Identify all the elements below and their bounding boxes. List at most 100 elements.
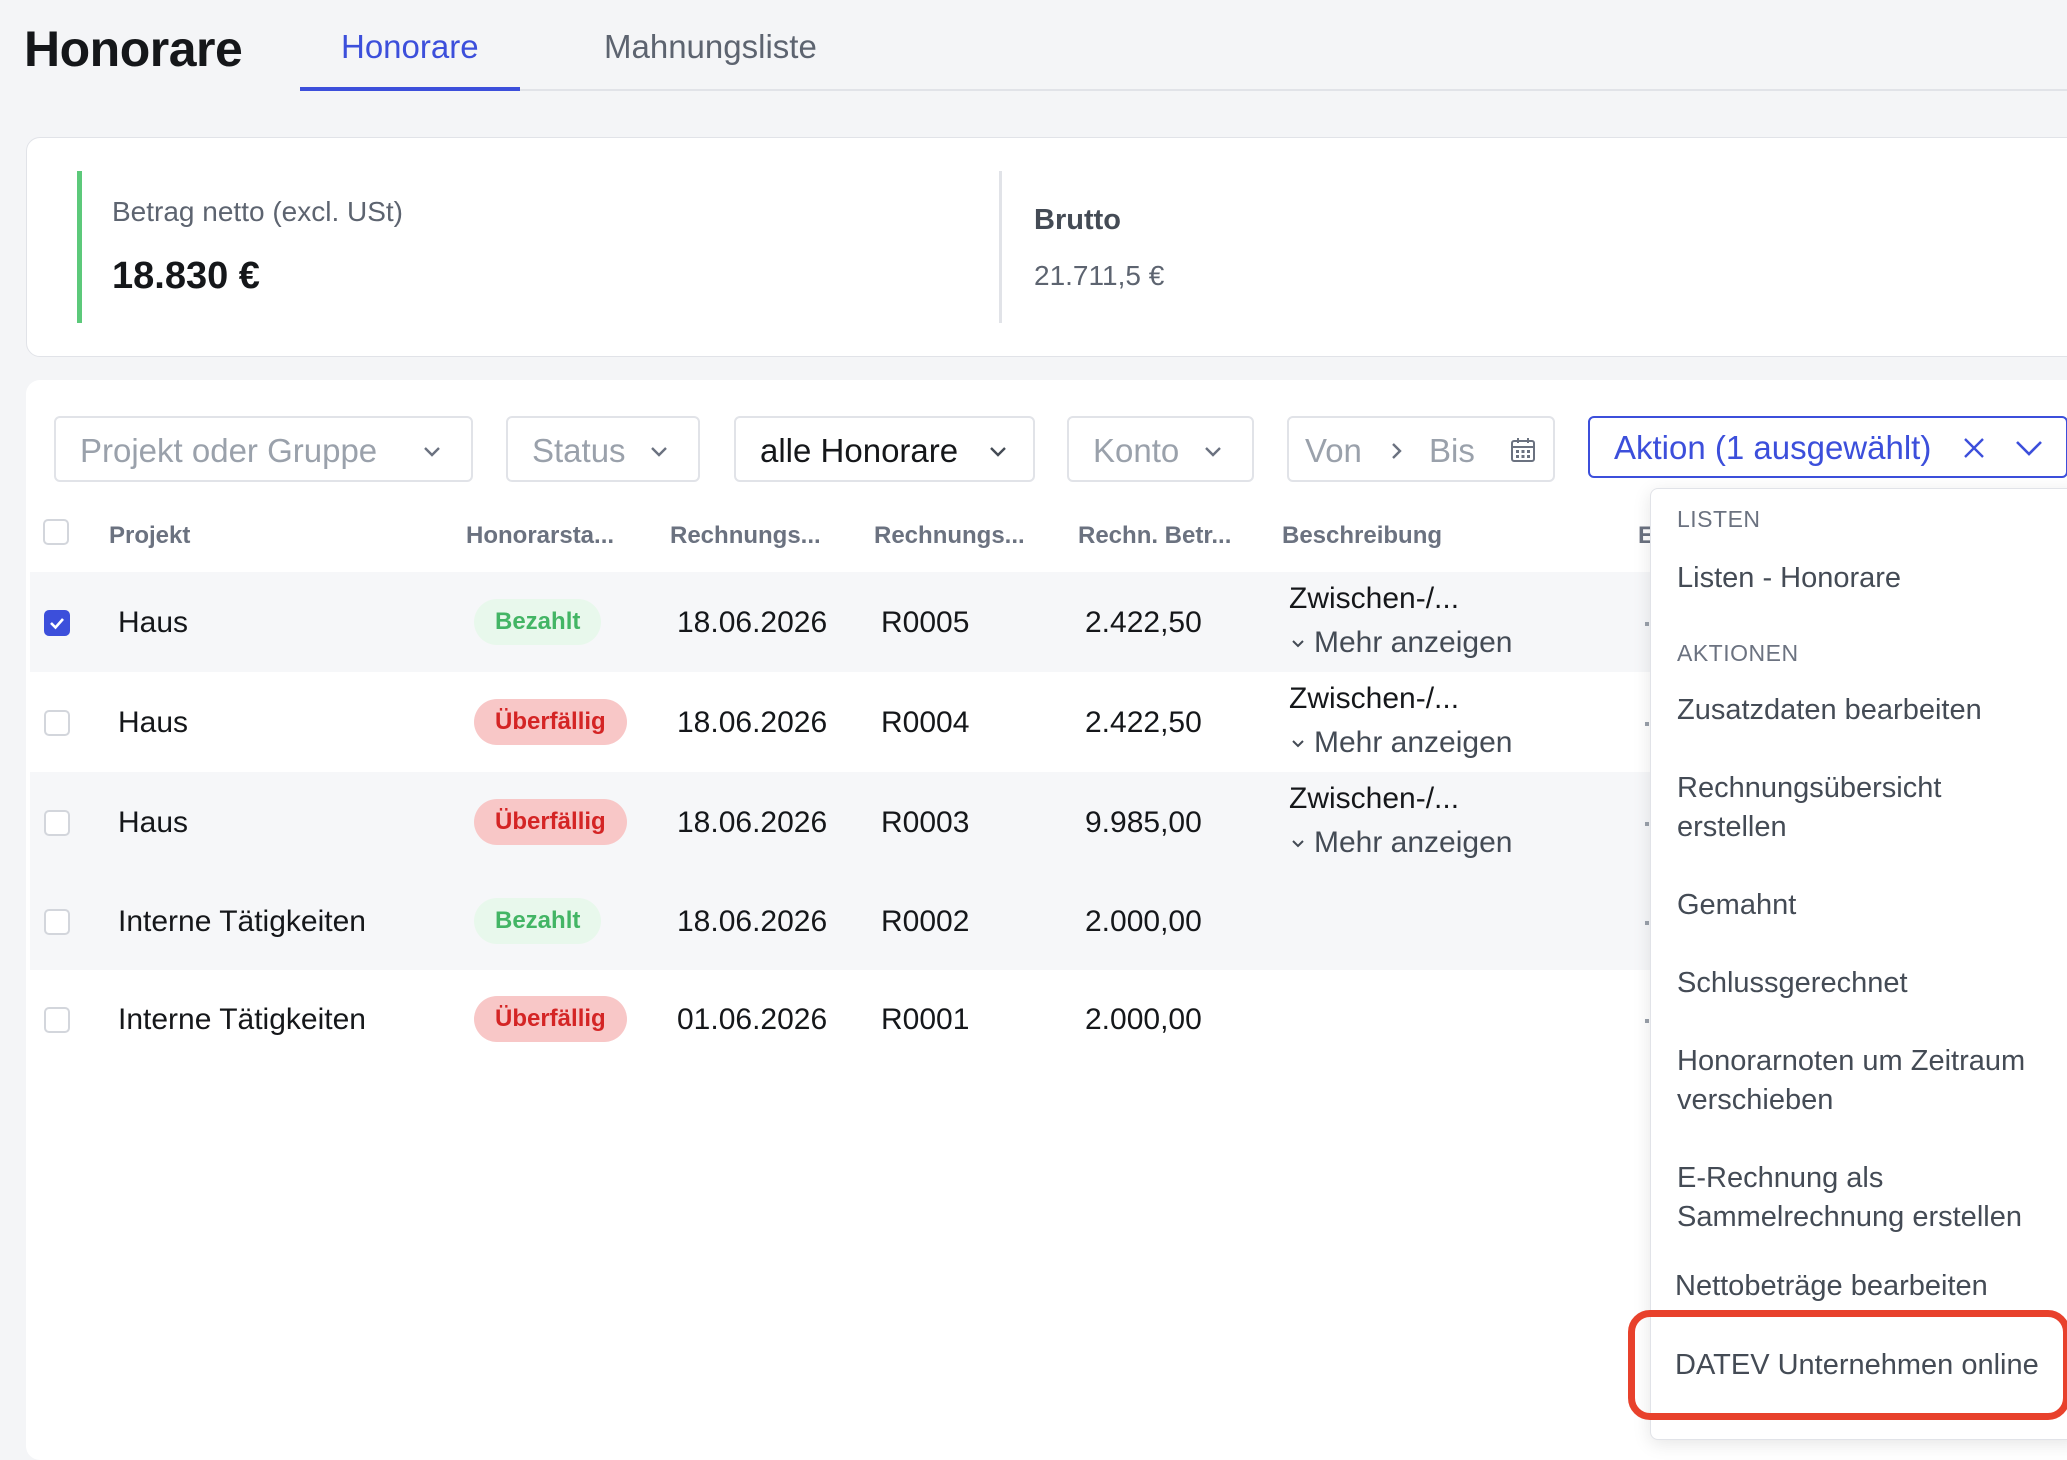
close-icon[interactable] (1962, 436, 1986, 460)
column-header-rechnungsnummer[interactable]: Rechnungs... (874, 522, 1025, 550)
status-badge: Überfällig (474, 996, 627, 1042)
show-more-link[interactable]: Mehr anzeigen (1290, 826, 1512, 860)
tab-bar: Honorare Mahnungsliste (300, 0, 2067, 91)
dropdown-section-listen: LISTEN (1677, 506, 1761, 532)
row-beschreibung: Zwischen-/... (1289, 582, 1460, 615)
honorare-filter[interactable]: alle Honorare (734, 416, 1035, 482)
row-datum: 01.06.2026 (677, 1003, 828, 1036)
row-betrag: 2.000,00 (1085, 1003, 1202, 1036)
honorare-filter-label: alle Honorare (760, 432, 959, 469)
column-header-rechnungsdatum[interactable]: Rechnungs... (670, 522, 821, 550)
row-betrag: 9.985,00 (1085, 806, 1202, 839)
row-betrag: 2.000,00 (1085, 905, 1202, 938)
row-beschreibung: Zwischen-/... (1289, 782, 1460, 815)
row-nummer: R0002 (881, 905, 970, 938)
column-header-honorarstatus[interactable]: Honorarsta... (466, 522, 614, 550)
page-title: Honorare (24, 21, 243, 77)
summary-card: Betrag netto (excl. USt) 18.830 € Brutto… (26, 137, 2067, 357)
project-group-filter-label: Projekt oder Gruppe (80, 432, 378, 469)
show-more-label: Mehr anzeigen (1314, 626, 1513, 659)
active-tab-indicator (300, 87, 520, 91)
status-filter[interactable]: Status (506, 416, 700, 482)
menu-item-zusatzdaten-bearbeiten[interactable]: Zusatzdaten bearbeiten (1677, 691, 2057, 730)
show-more-link[interactable]: Mehr anzeigen (1290, 726, 1512, 760)
menu-item-schlussgerechnet[interactable]: Schlussgerechnet (1677, 964, 2057, 1003)
calendar-icon[interactable] (1509, 436, 1537, 464)
menu-item-nettobetraege-bearbeiten[interactable]: Nettobeträge bearbeiten (1675, 1267, 2055, 1306)
project-group-filter[interactable]: Projekt oder Gruppe (54, 416, 473, 482)
row-projekt: Haus (118, 806, 189, 839)
tab-mahnungsliste[interactable]: Mahnungsliste (604, 28, 817, 66)
date-range-filter[interactable]: Von Bis (1287, 416, 1555, 482)
chevron-down-icon (424, 447, 440, 457)
konto-filter-label: Konto (1093, 432, 1180, 469)
row-checkbox[interactable] (44, 610, 70, 636)
column-header-beschreibung[interactable]: Beschreibung (1282, 522, 1442, 550)
chevron-down-icon (990, 447, 1006, 457)
chevron-down-icon (1292, 640, 1304, 648)
row-projekt: Haus (118, 606, 189, 639)
table-row[interactable]: Interne Tätigkeiten Überfällig 01.06.202… (30, 970, 1650, 1068)
menu-item-e-rechnung-sammelrechnung[interactable]: E-Rechnung als Sammelrechnung erstellen (1677, 1159, 2057, 1237)
select-all-checkbox[interactable] (43, 519, 69, 545)
cell-edge-mark (1645, 1019, 1649, 1023)
row-beschreibung: Zwischen-/... (1289, 682, 1460, 715)
show-more-label: Mehr anzeigen (1314, 826, 1513, 859)
table-row[interactable]: Interne Tätigkeiten Bezahlt 18.06.2026 R… (30, 872, 1650, 970)
dropdown-section-aktionen: AKTIONEN (1677, 640, 1799, 666)
table-row[interactable]: Haus Überfällig 18.06.2026 R0003 9.985,0… (30, 772, 1650, 872)
row-projekt: Interne Tätigkeiten (118, 905, 366, 938)
row-checkbox[interactable] (44, 1007, 70, 1033)
action-dropdown-menu: LISTEN Listen - Honorare AKTIONEN Zusatz… (1650, 488, 2067, 1440)
status-badge: Überfällig (474, 699, 627, 745)
menu-item-zeitraum-verschieben[interactable]: Honorarnoten um Zeitraum verschieben (1677, 1042, 2057, 1120)
menu-item-listen-honorare[interactable]: Listen - Honorare (1677, 559, 2057, 598)
row-betrag: 2.422,50 (1085, 706, 1202, 739)
row-nummer: R0001 (881, 1003, 970, 1036)
table-row[interactable]: Haus Überfällig 18.06.2026 R0004 2.422,5… (30, 672, 1650, 772)
brutto-label: Brutto (1034, 204, 1121, 236)
show-more-link[interactable]: Mehr anzeigen (1290, 626, 1512, 660)
column-header-rechnungsbetrag[interactable]: Rechn. Betr... (1078, 522, 1231, 550)
annotation-highlight-box (1628, 1310, 2067, 1420)
cell-edge-mark (1645, 921, 1649, 925)
chevron-down-icon[interactable] (2014, 436, 2044, 460)
menu-item-rechnungsuebersicht-erstellen[interactable]: Rechnungsübersicht erstellen (1677, 769, 2057, 847)
show-more-label: Mehr anzeigen (1314, 726, 1513, 759)
cell-edge-mark (1645, 722, 1649, 726)
cell-edge-mark (1645, 822, 1649, 826)
date-to-label: Bis (1429, 432, 1475, 469)
chevron-down-icon (651, 447, 667, 457)
row-projekt: Haus (118, 706, 189, 739)
konto-filter[interactable]: Konto (1067, 416, 1254, 482)
status-filter-label: Status (532, 432, 626, 469)
row-checkbox[interactable] (44, 909, 70, 935)
brutto-value: 21.711,5 € (1034, 260, 1165, 291)
row-checkbox[interactable] (44, 710, 70, 736)
chevron-down-icon (1292, 740, 1304, 748)
action-button[interactable]: Aktion (1 ausgewählt) (1588, 416, 2067, 478)
cell-edge-mark (1645, 622, 1649, 626)
summary-accent-bar (77, 171, 82, 323)
row-nummer: R0005 (881, 606, 970, 639)
chevron-right-icon (1392, 443, 1402, 459)
row-betrag: 2.422,50 (1085, 606, 1202, 639)
netto-label: Betrag netto (excl. USt) (112, 196, 404, 227)
status-badge: Bezahlt (474, 898, 602, 944)
row-checkbox[interactable] (44, 810, 70, 836)
status-badge: Bezahlt (474, 599, 602, 645)
column-header-projekt[interactable]: Projekt (109, 522, 190, 550)
row-datum: 18.06.2026 (677, 606, 828, 639)
row-nummer: R0004 (881, 706, 970, 739)
table-row[interactable]: Haus Bezahlt 18.06.2026 R0005 2.422,50 Z… (30, 572, 1650, 672)
date-from-label: Von (1305, 432, 1362, 469)
checkmark-icon (50, 618, 64, 630)
tab-honorare[interactable]: Honorare (341, 28, 479, 66)
chevron-down-icon (1292, 840, 1304, 848)
menu-item-gemahnt[interactable]: Gemahnt (1677, 886, 2057, 925)
row-datum: 18.06.2026 (677, 706, 828, 739)
summary-divider (999, 171, 1002, 323)
action-button-label: Aktion (1 ausgewählt) (1614, 429, 1932, 466)
row-nummer: R0003 (881, 806, 970, 839)
netto-value: 18.830 € (112, 255, 260, 297)
